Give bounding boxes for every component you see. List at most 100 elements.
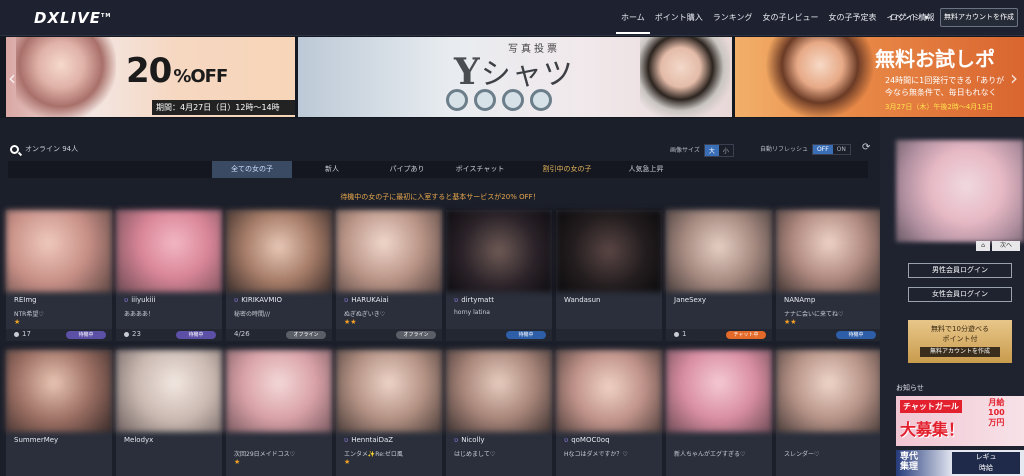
banner-discount[interactable]: 20 %OFF 期間：4月27日（日）12時～14時 [6, 37, 295, 117]
login-dropdown[interactable]: ログイン ▾ [890, 12, 929, 23]
performer-name[interactable]: ʋ Nicolly [454, 436, 485, 444]
performer-card[interactable]: ʋ KIRIKAVMIO 秘密の時間/// 4/26 オフライン [226, 210, 332, 341]
performer-card[interactable]: ʋ Nicolly はじめまして♡ [446, 350, 552, 476]
tab-pipe[interactable]: パイプあり [372, 161, 442, 178]
performer-card[interactable]: スレンダー♡ [776, 350, 882, 476]
recruit-ad[interactable]: チャットガール 大募集！ 月給 100 万円 [896, 396, 1024, 446]
performer-thumbnail[interactable] [556, 350, 662, 432]
status-badge: オフライン [286, 331, 326, 339]
refresh-on-toggle[interactable]: ON [833, 145, 850, 154]
nav-buy-points[interactable]: ポイント購入 [650, 12, 708, 34]
agency-ad-box: レギュ 時給 [952, 452, 1020, 474]
viewer-count: 23 [124, 330, 141, 338]
performer-stars: ★ [14, 318, 21, 326]
free-account-button[interactable]: 無料アカウントを作成 [920, 347, 1000, 357]
male-login-button[interactable]: 男性会員ログイン [908, 263, 1012, 278]
performer-card[interactable]: ʋ iiiyukiii ああああ！ 23 待機中 [116, 210, 222, 341]
performer-thumbnail[interactable] [776, 350, 882, 432]
performer-name[interactable]: JaneSexy [674, 296, 706, 304]
carousel-prev-icon[interactable]: ‹ [8, 66, 16, 90]
tab-discount[interactable]: 割引中の女の子 [518, 161, 616, 178]
status-badge: オフライン [396, 331, 436, 339]
tab-rising[interactable]: 人気急上昇 [616, 161, 676, 178]
size-large-toggle[interactable]: 大 [704, 145, 719, 156]
tab-all[interactable]: 全ての女の子 [212, 161, 292, 178]
category-tabs: 全ての女の子 新人 パイプあり ボイスチャット 割引中の女の子 人気急上昇 [8, 161, 868, 178]
verified-icon: ʋ [344, 436, 349, 444]
refresh-off-toggle[interactable]: OFF [813, 145, 833, 154]
performer-card[interactable]: Melodyx [116, 350, 222, 476]
banner-free-trial[interactable]: 無料お試しポ 24時間に1回発行できる「ありが 今なら無条件で、毎日もれなく 3… [735, 37, 1024, 117]
tab-new[interactable]: 新人 [292, 161, 372, 178]
banner-yshirt[interactable]: 写真投票 Yシャツ [298, 37, 732, 117]
performer-message: NTR希望♡ [14, 311, 44, 318]
performer-card[interactable]: Wandasun [556, 210, 662, 341]
site-logo[interactable]: DXLIVETM [34, 9, 111, 27]
size-small-toggle[interactable]: 小 [719, 145, 733, 156]
performer-name[interactable]: NANAmp [784, 296, 815, 304]
performer-thumbnail[interactable] [6, 210, 112, 292]
performer-message: horny latina [454, 309, 490, 316]
performer-thumbnail[interactable] [116, 210, 222, 292]
performer-card[interactable]: 次回29日メイドコス♡ ★ [226, 350, 332, 476]
nav-reviews[interactable]: 女の子レビュー [758, 12, 824, 34]
performer-name[interactable]: ʋ HARUKAiai [344, 296, 389, 304]
performer-thumbnail[interactable] [226, 210, 332, 292]
featured-performer-image[interactable] [896, 140, 1024, 242]
performer-name[interactable]: ʋ dirtymatt [454, 296, 494, 304]
card-footer [556, 329, 662, 341]
nav-schedule[interactable]: 女の子予定表 [824, 12, 882, 34]
nav-home[interactable]: ホーム [616, 12, 650, 34]
performer-thumbnail[interactable] [446, 350, 552, 432]
performer-name[interactable]: ʋ HenntaiDaZ [344, 436, 393, 444]
nav-ranking[interactable]: ランキング [708, 12, 758, 34]
performer-name[interactable]: REImg [14, 296, 37, 304]
performer-thumbnail[interactable] [336, 210, 442, 292]
card-footer: 4/26 オフライン [226, 329, 332, 341]
auto-refresh-control: 自動リフレッシュ OFF ON [760, 144, 851, 155]
performer-thumbnail[interactable] [556, 210, 662, 292]
performer-card[interactable]: ʋ qoMOC0oq Hなコはダメですか？♡ [556, 350, 662, 476]
performer-thumbnail[interactable] [446, 210, 552, 292]
performer-card[interactable]: ʋ HARUKAiai ぬぎぬぎいき♡ ★★ オフライン [336, 210, 442, 341]
performer-thumbnail[interactable] [336, 350, 442, 432]
performer-thumbnail[interactable] [116, 350, 222, 432]
performer-name[interactable]: ʋ qoMOC0oq [564, 436, 610, 444]
performer-name[interactable]: Wandasun [564, 296, 600, 304]
female-login-button[interactable]: 女性会員ログイン [908, 287, 1012, 302]
performer-name[interactable]: Melodyx [124, 436, 153, 444]
performer-name[interactable]: ʋ iiiyukiii [124, 296, 156, 304]
card-footer: 1 チャット中 [666, 329, 772, 341]
performer-thumbnail[interactable] [666, 350, 772, 432]
performer-card[interactable]: ʋ dirtymatt horny latina 待機中 [446, 210, 552, 341]
performer-list: オンライン 94人 画像サイズ大小 自動リフレッシュ OFF ON ⟳ 全ての女の子… [0, 128, 882, 476]
performer-card[interactable]: SummerMey [6, 350, 112, 476]
recruit-ad-heading: チャットガール [900, 400, 962, 413]
performer-thumbnail[interactable] [226, 350, 332, 432]
performer-stars: ★ [344, 458, 351, 466]
status-badge: 待機中 [66, 331, 106, 339]
carousel-next-icon[interactable]: › [1010, 66, 1018, 90]
performer-name[interactable]: SummerMey [14, 436, 58, 444]
performer-card[interactable]: JaneSexy 1 チャット中 [666, 210, 772, 341]
banner-title: Yシャツ [454, 51, 574, 93]
performer-thumbnail[interactable] [776, 210, 882, 292]
performer-card[interactable]: 新人ちゃんがエグすぎる♡ [666, 350, 772, 476]
create-account-button[interactable]: 無料アカウントを作成 [940, 8, 1018, 27]
reload-icon[interactable]: ⟳ [862, 142, 870, 153]
tab-voice-chat[interactable]: ボイスチャット [442, 161, 518, 178]
home-icon[interactable]: ⌂ [976, 241, 990, 251]
agency-ad[interactable]: 専代 集理 レギュ 時給 [896, 450, 1024, 476]
performer-thumbnail[interactable] [666, 210, 772, 292]
status-badge: 待機中 [506, 331, 546, 339]
performer-thumbnail[interactable] [6, 350, 112, 432]
search-icon[interactable] [10, 144, 19, 154]
performer-card[interactable]: NANAmp ナナに会いに来てね♡ ★★ 待機中 [776, 210, 882, 341]
performer-card[interactable]: ʋ HenntaiDaZ エンタメ✨Re:ゼロ風 ★ [336, 350, 442, 476]
performer-name[interactable]: ʋ KIRIKAVMIO [234, 296, 282, 304]
recruit-ad-salary: 月給 100 万円 [988, 398, 1005, 427]
performer-card[interactable]: REImg NTR希望♡ ★ 17 待機中 [6, 210, 112, 341]
verified-icon: ʋ [454, 296, 459, 304]
performer-message: ああああ！ [124, 311, 155, 318]
next-button[interactable]: 次へ [992, 241, 1020, 251]
